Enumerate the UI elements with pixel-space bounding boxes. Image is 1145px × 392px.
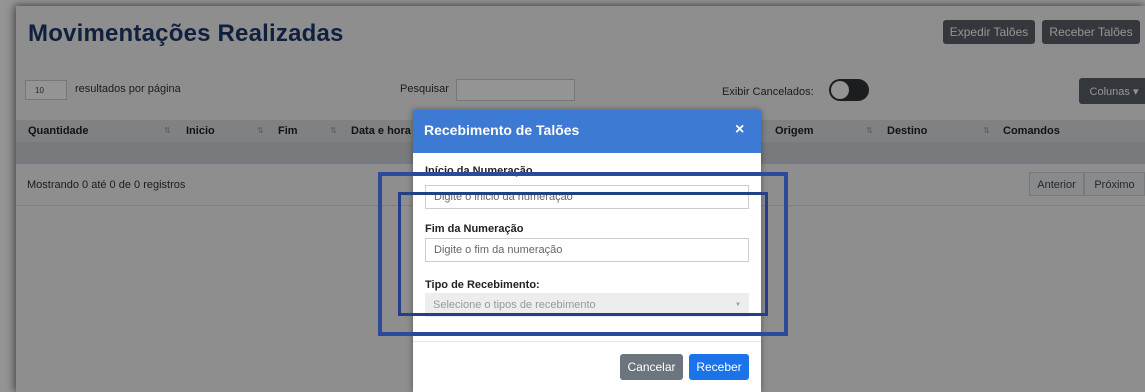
close-icon[interactable]: × [735, 121, 744, 139]
modal-title: Recebimento de Talões [424, 122, 580, 138]
cancel-button[interactable]: Cancelar [620, 354, 683, 380]
modal-footer-divider [413, 341, 761, 342]
modal-header: Recebimento de Talões × [413, 110, 761, 153]
highlight-frame-inner [398, 192, 768, 316]
receive-button[interactable]: Receber [689, 354, 749, 380]
